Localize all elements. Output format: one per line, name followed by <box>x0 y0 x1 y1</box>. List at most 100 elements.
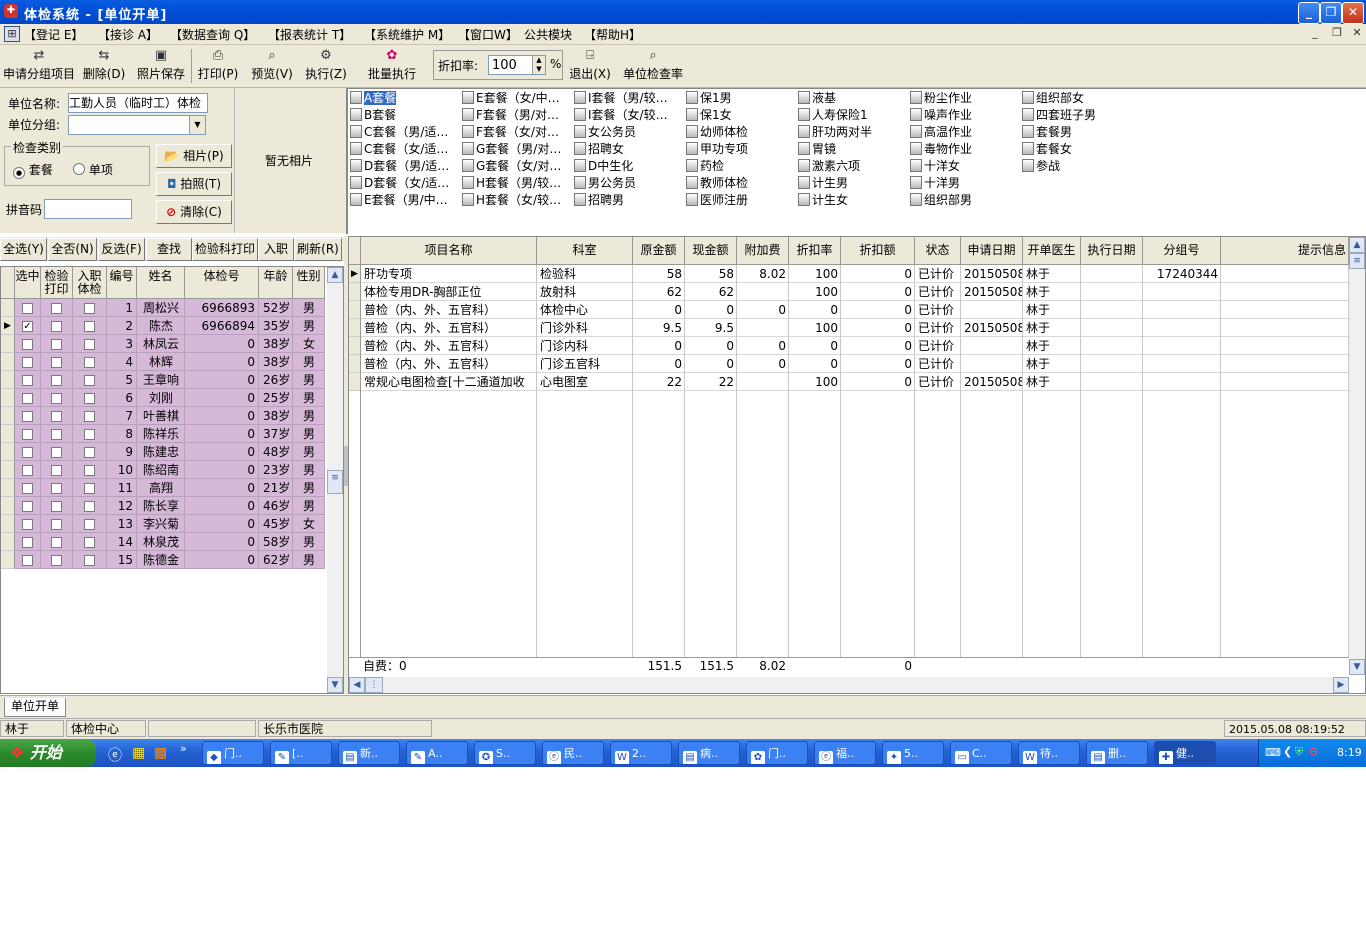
clock[interactable]: 8:19 <box>1337 746 1362 759</box>
package-item[interactable]: 胃镜 <box>798 141 836 157</box>
lab-print-checkbox[interactable] <box>51 411 62 422</box>
package-item[interactable]: 高温作业 <box>910 124 972 140</box>
package-item[interactable]: 参战 <box>1022 158 1060 174</box>
invert-selection-button[interactable]: 反选(F) <box>98 238 145 261</box>
select-checkbox[interactable] <box>22 339 33 350</box>
package-item[interactable]: D套餐（男/适… <box>350 158 449 174</box>
print-button[interactable]: ⎙ 打印(P) <box>196 47 240 85</box>
package-item[interactable]: 液基 <box>798 90 836 106</box>
taskbar-item[interactable]: ✎ A.. <box>406 741 468 765</box>
refresh-button[interactable]: 刷新(R) <box>294 238 342 261</box>
lab-print-checkbox[interactable] <box>51 501 62 512</box>
onboarding-checkbox[interactable] <box>84 411 95 422</box>
package-item[interactable]: 套餐男 <box>1022 124 1072 140</box>
select-checkbox[interactable] <box>22 375 33 386</box>
select-all-button[interactable]: 全选(Y) <box>0 238 47 261</box>
package-item[interactable]: F套餐（女/对… <box>462 124 559 140</box>
package-item[interactable]: 人寿保险1 <box>798 107 868 123</box>
taskbar-item[interactable]: ✿ 门.. <box>746 741 808 765</box>
lab-print-checkbox[interactable] <box>51 555 62 566</box>
item-col-header[interactable]: 执行日期 <box>1081 237 1143 265</box>
execute-button[interactable]: ⚙ 执行(Z) <box>304 47 348 85</box>
clear-button[interactable]: ⊘ 清除(C) <box>156 200 232 224</box>
person-scrollbar[interactable]: ▲ ≡ ▼ <box>327 267 343 693</box>
package-item[interactable]: 教师体检 <box>686 175 748 191</box>
mdi-minimize-icon[interactable]: _ <box>1308 26 1322 40</box>
package-item[interactable]: 激素六项 <box>798 158 860 174</box>
package-item[interactable]: 计生男 <box>798 175 848 191</box>
select-checkbox[interactable] <box>22 447 33 458</box>
lab-print-checkbox[interactable] <box>51 303 62 314</box>
taskbar-item[interactable]: ▤ 病.. <box>678 741 740 765</box>
package-item[interactable]: 肝功两对半 <box>798 124 872 140</box>
package-item[interactable]: F套餐（男/对… <box>462 107 559 123</box>
item-col-header[interactable]: 折扣额 <box>841 237 915 265</box>
taskbar-item[interactable]: ✚ 健.. <box>1154 741 1216 765</box>
radio-package[interactable]: ● 套餐 <box>13 161 53 179</box>
item-col-header[interactable]: 原金额 <box>633 237 685 265</box>
package-item[interactable]: 十洋女 <box>910 158 960 174</box>
person-col-header[interactable]: 入职体检 <box>73 267 107 299</box>
tab-unit-order[interactable]: 单位开单 <box>4 698 66 717</box>
onboarding-checkbox[interactable] <box>84 555 95 566</box>
search-button[interactable]: 查找 <box>146 238 192 261</box>
taskbar-item[interactable]: ◆ 门.. <box>202 741 264 765</box>
lab-print-checkbox[interactable] <box>51 483 62 494</box>
onboarding-checkbox[interactable] <box>84 375 95 386</box>
lab-print-checkbox[interactable] <box>51 321 62 332</box>
onboarding-button[interactable]: 入职 <box>258 238 294 261</box>
taskbar-item[interactable]: W 待.. <box>1018 741 1080 765</box>
package-item[interactable]: B套餐 <box>350 107 396 123</box>
onboarding-checkbox[interactable] <box>84 393 95 404</box>
item-col-header[interactable]: 项目名称 <box>361 237 537 265</box>
package-item[interactable]: 招聘女 <box>574 141 624 157</box>
package-item[interactable]: G套餐（男/对… <box>462 141 561 157</box>
select-checkbox[interactable] <box>22 357 33 368</box>
package-item[interactable]: 幼师体检 <box>686 124 748 140</box>
package-item[interactable]: 噪声作业 <box>910 107 972 123</box>
select-checkbox[interactable] <box>22 501 33 512</box>
lab-print-button[interactable]: 检验科打印 <box>192 238 258 261</box>
start-button[interactable]: ❖ 开始 <box>0 739 96 767</box>
package-item[interactable]: 保1女 <box>686 107 732 123</box>
onboarding-checkbox[interactable] <box>84 303 95 314</box>
select-checkbox[interactable]: ✓ <box>22 321 33 332</box>
save-photo-button[interactable]: ▣ 照片保存 <box>135 47 187 85</box>
taskbar-item[interactable]: ✦ 5.. <box>882 741 944 765</box>
menu-register[interactable]: 【登记 E】 <box>24 26 83 43</box>
shield-icon[interactable]: ⛨ <box>1295 745 1303 759</box>
select-checkbox[interactable] <box>22 537 33 548</box>
package-item[interactable]: D中生化 <box>574 158 633 174</box>
onboarding-checkbox[interactable] <box>84 537 95 548</box>
scroll-down-icon[interactable]: ▼ <box>327 677 343 693</box>
photo-button[interactable]: 📂 相片(P) <box>156 144 232 168</box>
select-checkbox[interactable] <box>22 411 33 422</box>
lab-print-checkbox[interactable] <box>51 393 62 404</box>
scroll-down-icon[interactable]: ▼ <box>1349 659 1365 675</box>
onboarding-checkbox[interactable] <box>84 321 95 332</box>
item-col-header[interactable]: 提示信息 <box>1221 237 1349 265</box>
item-col-header[interactable]: 现金额 <box>685 237 737 265</box>
onboarding-checkbox[interactable] <box>84 483 95 494</box>
taskbar-item[interactable]: ▭ C.. <box>950 741 1012 765</box>
taskbar-item[interactable]: ▤ 新.. <box>338 741 400 765</box>
menu-help[interactable]: 【帮助H】 <box>584 26 641 43</box>
quicklaunch-more-icon[interactable]: » <box>180 742 187 755</box>
apply-group-items-button[interactable]: ⇄ 申请分组项目 <box>2 47 76 85</box>
package-item[interactable]: H套餐（男/较… <box>462 175 561 191</box>
mdi-close-icon[interactable]: ✕ <box>1350 26 1364 40</box>
package-item[interactable]: 毒物作业 <box>910 141 972 157</box>
select-checkbox[interactable] <box>22 519 33 530</box>
taskbar-item[interactable]: ▤ 删.. <box>1086 741 1148 765</box>
person-col-header[interactable]: 编号 <box>107 267 137 299</box>
discount-input[interactable]: 100 ▲ ▼ <box>488 55 546 75</box>
person-col-header[interactable]: 年龄 <box>259 267 293 299</box>
tool-quicklaunch-icon[interactable]: ▩ <box>154 745 167 761</box>
package-item[interactable]: 招聘男 <box>574 192 624 208</box>
lab-print-checkbox[interactable] <box>51 429 62 440</box>
taskbar-item[interactable]: W 2.. <box>610 741 672 765</box>
radio-single[interactable]: 单项 <box>73 161 113 178</box>
item-col-header[interactable]: 申请日期 <box>961 237 1023 265</box>
select-checkbox[interactable] <box>22 429 33 440</box>
item-col-header[interactable]: 科室 <box>537 237 633 265</box>
